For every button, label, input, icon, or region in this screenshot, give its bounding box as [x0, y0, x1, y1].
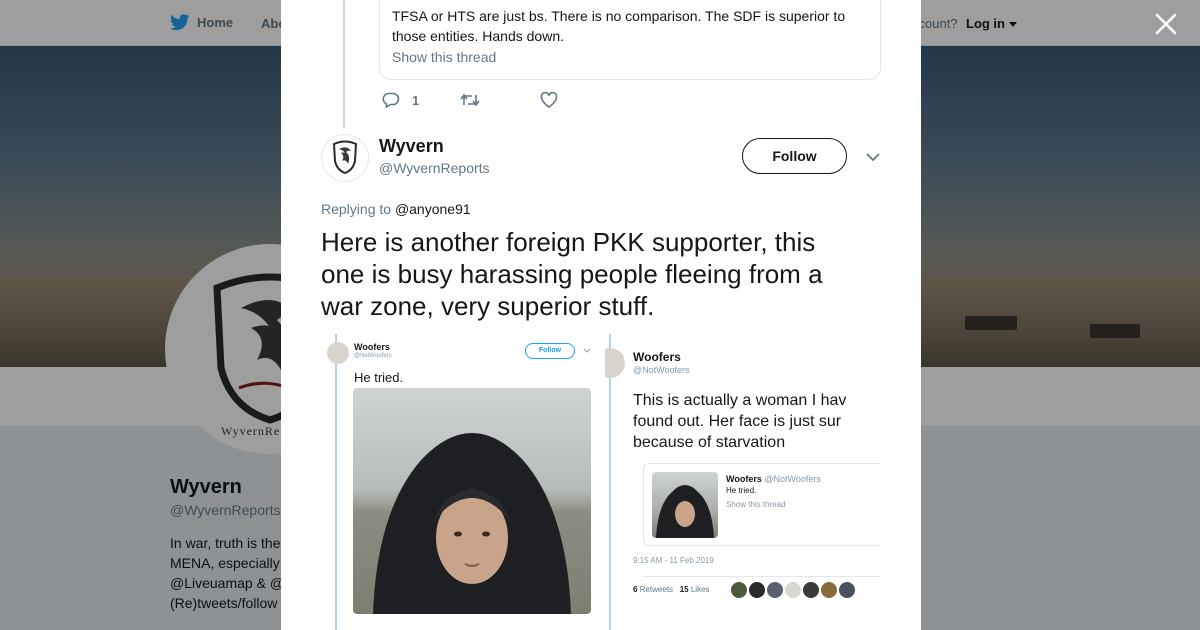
reply-button[interactable]: 1 — [382, 92, 460, 108]
quoted-name: Woofers — [726, 474, 762, 484]
thread-connector — [343, 0, 345, 128]
liker-avatar — [839, 582, 855, 598]
quoted-photo — [652, 472, 718, 538]
quoted-author-name: Woofers @NotWoofers — [726, 474, 821, 484]
screenshot-quoted-card: Woofers @NotWoofers He tried. Show this … — [643, 463, 881, 546]
person-photo — [656, 485, 714, 538]
chevron-down-icon[interactable] — [865, 150, 881, 164]
tweet-text-line: one is busy harassing people fleeing fro… — [321, 259, 823, 289]
quoted-tweet-card[interactable]: TFSA or HTS are just bs. There is no com… — [379, 0, 881, 80]
retweet-icon — [460, 93, 480, 107]
retweet-button[interactable] — [460, 93, 540, 107]
screenshot-author-handle: @NotWoofers — [633, 365, 690, 375]
likes-label: Likes — [690, 585, 710, 594]
media-image-left[interactable]: Woofers @NotWoofers Follow He tried. — [321, 332, 597, 630]
tweet-modal: TFSA or HTS are just bs. There is no com… — [281, 0, 921, 630]
tweet-text-line: war zone, very superior stuff. — [321, 291, 655, 321]
screenshot-retweets: 6 Retweets 15 Likes — [633, 585, 710, 594]
chevron-down-icon — [583, 348, 591, 353]
tweet-actions: 1 — [382, 92, 558, 108]
liker-avatar — [731, 582, 747, 598]
liker-avatar — [767, 582, 783, 598]
liker-avatar — [749, 582, 765, 598]
close-icon[interactable] — [1155, 13, 1177, 35]
retweets-count: 6 — [633, 585, 638, 594]
show-thread-link[interactable]: Show this thread — [392, 49, 496, 65]
screenshot-avatar — [605, 348, 625, 378]
screenshot-follow-button: Follow — [525, 343, 575, 359]
media-image-right[interactable]: Woofers @NotWoofers This is actually a w… — [605, 332, 881, 630]
screenshot-avatar — [327, 342, 349, 364]
screenshot-author-handle: @NotWoofers — [354, 353, 392, 359]
replying-to: Replying to @anyone91 — [321, 201, 471, 217]
author-name[interactable]: Wyvern — [379, 136, 444, 157]
wyvern-shield-logo — [332, 140, 358, 175]
screenshot-text-line: This is actually a woman I hav — [633, 392, 847, 409]
liker-avatar — [821, 582, 837, 598]
thread-connector — [609, 334, 611, 630]
follow-button[interactable]: Follow — [742, 138, 847, 174]
quoted-text-line: TFSA or HTS are just bs. There is no com… — [392, 8, 846, 24]
screenshot-author-name: Woofers — [354, 342, 390, 352]
screenshot-tweet-text: This is actually a woman I hav found out… — [633, 390, 846, 453]
heart-icon — [540, 92, 558, 108]
likes-count: 15 — [679, 585, 689, 594]
retweets-label: Retweets — [639, 585, 674, 594]
screenshot-timestamp: 9:15 AM - 11 Feb 2019 — [633, 556, 714, 565]
quoted-handle: @NotWoofers — [764, 474, 821, 484]
replying-prefix: Replying to — [321, 201, 392, 217]
quoted-show-thread: Show this thread — [726, 500, 786, 509]
tweet-media: Woofers @NotWoofers Follow He tried. Woo… — [321, 332, 881, 630]
author-avatar[interactable] — [321, 134, 369, 182]
reply-icon — [382, 92, 400, 108]
screenshot-author-name: Woofers — [633, 350, 681, 364]
author-handle[interactable]: @WyvernReports — [379, 160, 490, 176]
tweet-text-line: Here is another foreign PKK supporter, t… — [321, 227, 816, 257]
quoted-text: He tried. — [726, 486, 757, 495]
like-button[interactable] — [540, 92, 558, 108]
quoted-tweet-text: TFSA or HTS are just bs. There is no com… — [392, 6, 868, 46]
person-photo — [373, 433, 571, 614]
thread-connector — [335, 334, 337, 630]
quoted-text-line: those entities. Hands down. — [392, 28, 564, 44]
screenshot-text-line: found out. Her face is just sur — [633, 413, 842, 430]
reply-count: 1 — [412, 92, 420, 108]
screenshot-photo — [353, 388, 591, 614]
liker-avatar — [785, 582, 801, 598]
liker-avatar — [803, 582, 819, 598]
screenshot-tweet-text: He tried. — [354, 370, 404, 385]
replying-mention[interactable]: @anyone91 — [395, 201, 471, 217]
tweet-text: Here is another foreign PKK supporter, t… — [321, 226, 881, 322]
screenshot-text-line: because of starvation — [633, 434, 786, 451]
